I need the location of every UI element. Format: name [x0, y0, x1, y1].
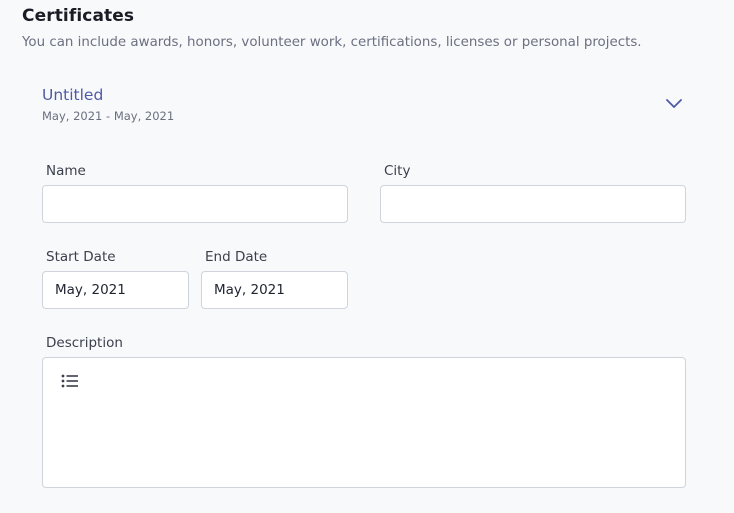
city-label: City — [384, 163, 411, 179]
section-title: Certificates — [22, 6, 135, 26]
certificates-section: Certificates You can include awards, hon… — [0, 0, 734, 513]
end-date-label: End Date — [205, 249, 268, 265]
start-date-label: Start Date — [46, 249, 116, 265]
certificate-entry-header[interactable]: Untitled May, 2021 - May, 2021 — [42, 86, 688, 126]
entry-dates: May, 2021 - May, 2021 — [42, 109, 175, 123]
entry-title: Untitled — [42, 86, 104, 104]
chevron-down-icon[interactable] — [664, 96, 684, 110]
city-input[interactable] — [380, 185, 686, 223]
name-input[interactable] — [42, 185, 348, 223]
description-label: Description — [46, 335, 123, 351]
bulleted-list-icon[interactable] — [61, 374, 79, 388]
name-label: Name — [46, 163, 86, 179]
description-editor[interactable] — [42, 357, 686, 488]
section-subtitle: You can include awards, honors, voluntee… — [22, 35, 642, 50]
start-date-input[interactable] — [42, 271, 189, 309]
end-date-input[interactable] — [201, 271, 348, 309]
